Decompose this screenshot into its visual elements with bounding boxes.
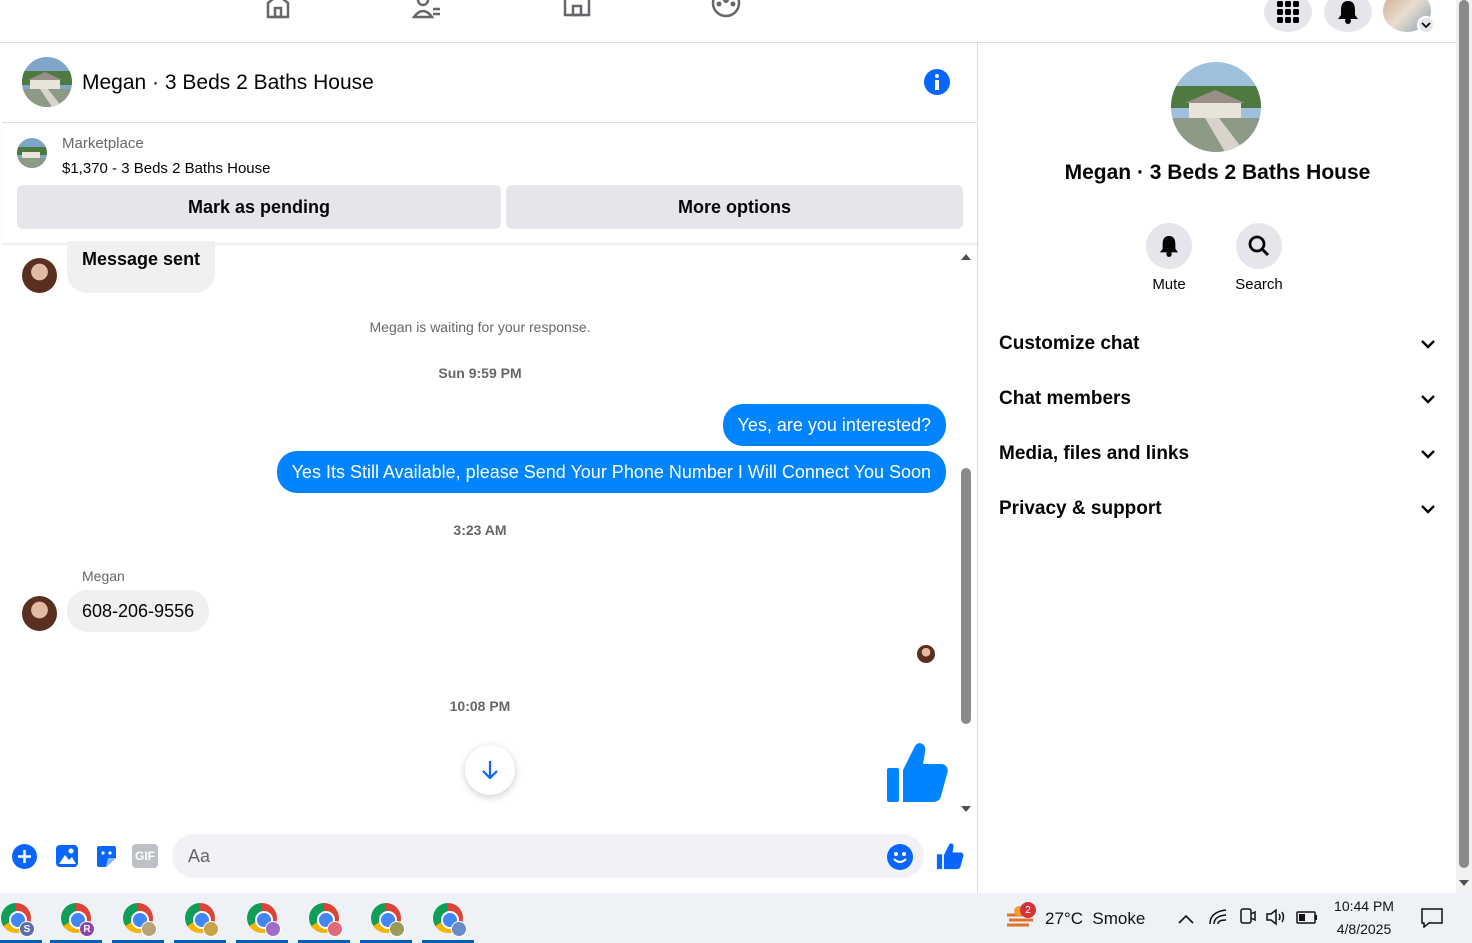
photo-icon[interactable]	[54, 844, 79, 874]
chrome-icon: R	[61, 903, 95, 937]
meet-icon[interactable]	[1238, 907, 1256, 932]
emoji-icon[interactable]	[887, 844, 913, 875]
chat-info-panel: Megan · 3 Beds 2 Baths House Mute Search…	[979, 43, 1456, 893]
clock-date[interactable]: 4/8/2025	[1320, 921, 1408, 937]
chrome-icon	[309, 903, 343, 937]
profile-badge	[203, 921, 219, 937]
profile-badge	[141, 921, 157, 937]
more-options-button[interactable]: More options	[506, 185, 963, 229]
section-label: Chat members	[999, 388, 1131, 409]
top-navigation	[0, 0, 1456, 43]
section-customize-chat[interactable]: Customize chat	[999, 324, 1435, 364]
chrome-icon	[185, 903, 219, 937]
groups-icon[interactable]	[710, 0, 742, 22]
profile-badge	[389, 921, 405, 937]
wifi-icon[interactable]	[1208, 908, 1228, 931]
weather-text[interactable]: 27°C Smoke	[1045, 909, 1145, 929]
chrome-icon: S	[1, 903, 35, 937]
read-receipt-avatar	[917, 645, 935, 663]
weather-badge: 2	[1020, 902, 1036, 918]
chevron-down-icon	[1421, 449, 1435, 459]
listing-avatar[interactable]	[22, 57, 72, 107]
listing-thumbnail[interactable]	[17, 138, 47, 168]
battery-icon[interactable]	[1296, 909, 1318, 930]
timestamp: 3:23 AM	[453, 522, 507, 538]
message-bubble-outgoing[interactable]: Yes, are you interested?	[722, 404, 946, 446]
plus-icon[interactable]	[12, 844, 37, 874]
waiting-notice: Megan is waiting for your response.	[369, 319, 591, 335]
taskbar-chrome-app[interactable]	[360, 893, 412, 943]
messages-scrollbar[interactable]	[958, 250, 974, 825]
info-icon[interactable]	[924, 69, 950, 95]
taskbar-chrome-app[interactable]	[236, 893, 288, 943]
profile-badge	[265, 921, 281, 937]
bell-icon	[1338, 1, 1358, 24]
section-label: Customize chat	[999, 333, 1140, 354]
mute-label: Mute	[1152, 276, 1186, 293]
info-avatar[interactable]	[1171, 62, 1261, 152]
scroll-to-bottom-button[interactable]	[465, 745, 515, 795]
section-chat-members[interactable]: Chat members	[999, 379, 1435, 419]
listing-source: Marketplace	[62, 135, 144, 152]
marketplace-icon[interactable]	[561, 0, 593, 22]
profile-badge	[327, 921, 343, 937]
chevron-down-icon	[1421, 339, 1435, 349]
timestamp: 10:08 PM	[449, 698, 511, 714]
window-scrollbar[interactable]	[1456, 0, 1472, 893]
message-input[interactable]	[172, 834, 924, 878]
message-bubble[interactable]: 608-206-9556	[67, 590, 210, 632]
thumbs-up-icon[interactable]	[936, 842, 964, 875]
conversation-panel: Megan · 3 Beds 2 Baths House Marketplace…	[2, 43, 978, 893]
sticker-icon[interactable]	[94, 844, 119, 874]
conversation-header: Megan · 3 Beds 2 Baths House	[2, 43, 978, 123]
arrow-down-icon	[482, 761, 498, 780]
composer: GIF	[2, 831, 978, 883]
chevron-down-icon	[1421, 504, 1435, 514]
chrome-icon	[123, 903, 157, 937]
notification-center-icon[interactable]	[1421, 908, 1443, 933]
listing-title[interactable]: $1,370 - 3 Beds 2 Baths House	[62, 160, 270, 177]
thumbs-up-sticker[interactable]	[885, 740, 949, 809]
chrome-icon	[247, 903, 281, 937]
message-bubble-outgoing[interactable]: Yes Its Still Available, please Send You…	[276, 451, 946, 493]
mark-as-pending-button[interactable]: Mark as pending	[17, 185, 501, 229]
conversation-title[interactable]: Megan · 3 Beds 2 Baths House	[82, 71, 374, 95]
taskbar-chrome-app[interactable]: R	[50, 893, 102, 943]
section-label: Privacy & support	[999, 498, 1162, 519]
section-label: Media, files and links	[999, 443, 1190, 464]
timestamp: Sun 9:59 PM	[438, 365, 522, 381]
home-icon[interactable]	[262, 0, 294, 22]
message-bubble[interactable]: Message sent	[67, 241, 216, 293]
taskbar-chrome-app[interactable]	[422, 893, 474, 943]
gif-icon[interactable]: GIF	[132, 844, 158, 868]
account-chevron-icon[interactable]	[1417, 16, 1435, 34]
mute-button[interactable]	[1146, 223, 1192, 269]
speaker-icon[interactable]	[1265, 908, 1287, 931]
chevron-up-icon[interactable]	[1178, 911, 1194, 929]
sender-avatar[interactable]	[22, 596, 57, 631]
menu-grid-button[interactable]	[1264, 0, 1312, 32]
chrome-icon	[371, 903, 405, 937]
search-button[interactable]	[1236, 223, 1282, 269]
friends-icon[interactable]	[411, 0, 443, 22]
section-media-files-links[interactable]: Media, files and links	[999, 434, 1435, 474]
taskbar-chrome-app[interactable]	[112, 893, 164, 943]
clock-time[interactable]: 10:44 PM	[1320, 898, 1408, 914]
search-icon	[1248, 235, 1270, 257]
taskbar-chrome-app[interactable]	[298, 893, 350, 943]
info-title: Megan · 3 Beds 2 Baths House	[1064, 161, 1371, 184]
search-label: Search	[1235, 276, 1283, 293]
sender-name: Megan	[82, 568, 125, 584]
section-privacy-support[interactable]: Privacy & support	[999, 489, 1435, 529]
chevron-down-icon	[1421, 394, 1435, 404]
sender-avatar[interactable]	[22, 258, 57, 293]
taskbar-chrome-app[interactable]	[174, 893, 226, 943]
taskbar-chrome-app[interactable]: S	[0, 893, 42, 943]
bell-icon	[1159, 236, 1179, 257]
notifications-button[interactable]	[1324, 0, 1372, 32]
chrome-icon	[433, 903, 467, 937]
profile-badge	[451, 921, 467, 937]
taskbar: S R 2 27°C Smoke 10:44 PM 4/8/2025	[0, 893, 1472, 943]
grid-icon	[1277, 1, 1299, 23]
